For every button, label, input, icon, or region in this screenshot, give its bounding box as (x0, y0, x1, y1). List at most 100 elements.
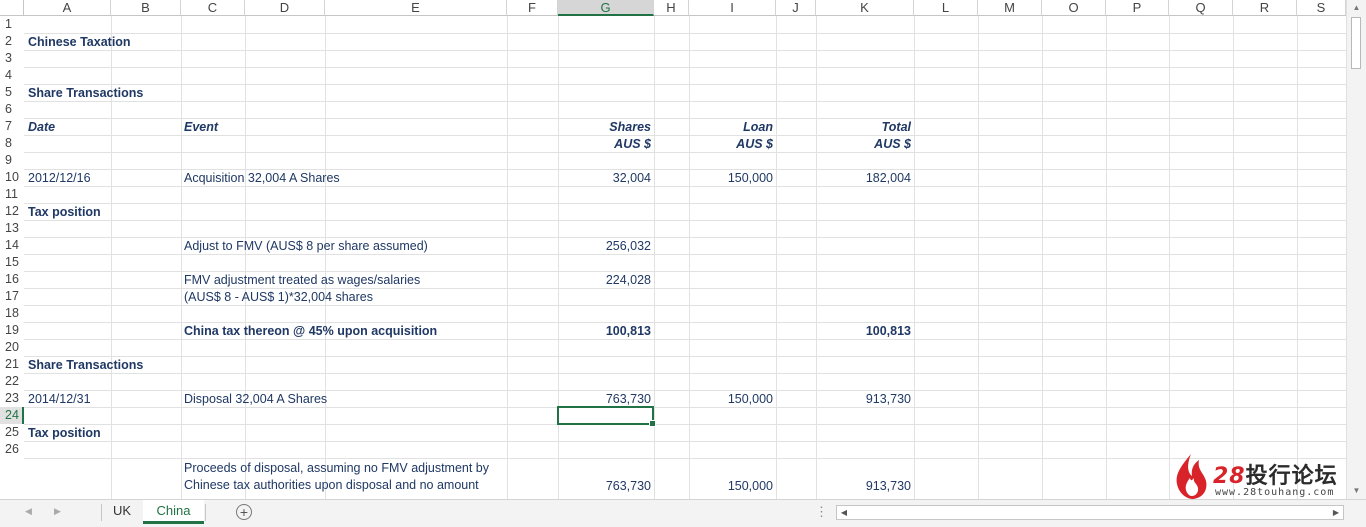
row-header[interactable]: 26 (0, 441, 24, 458)
row-header[interactable]: 25 (0, 424, 24, 441)
cell-event[interactable]: (AUS$ 8 - AUS$ 1)*32,004 shares (181, 289, 376, 306)
cell-header-shares[interactable]: Shares (558, 119, 654, 136)
row-header-selected[interactable]: 24 (0, 407, 24, 424)
gridline (24, 356, 1346, 357)
more-options-icon[interactable]: ⋮ (815, 504, 828, 520)
row-header[interactable]: 8 (0, 135, 24, 152)
gridline (24, 118, 1346, 119)
cell-loan[interactable]: 150,000 (689, 170, 776, 187)
cell-loan[interactable]: 150,000 (689, 391, 776, 408)
row-header[interactable]: 17 (0, 288, 24, 305)
next-sheet-icon[interactable]: ▶ (54, 506, 61, 517)
cell-event-wrapped[interactable]: Proceeds of disposal, assuming no FMV ad… (181, 460, 507, 494)
tab-uk[interactable]: UK (102, 500, 142, 524)
cell-loan[interactable]: 150,000 (689, 478, 776, 495)
cell-section-heading[interactable]: Share Transactions (25, 357, 146, 374)
scroll-up-icon[interactable]: ▲ (1347, 0, 1366, 16)
cell-section-heading[interactable]: Tax position (25, 425, 104, 442)
active-cell-selection[interactable] (557, 406, 656, 427)
prev-sheet-icon[interactable]: ◀ (25, 506, 32, 517)
fill-handle[interactable] (649, 420, 656, 427)
row-header[interactable]: 5 (0, 84, 24, 101)
column-header-d[interactable]: D (245, 0, 325, 16)
cell-total[interactable]: 182,004 (816, 170, 914, 187)
row-header[interactable]: 1 (0, 16, 24, 33)
add-sheet-icon[interactable]: + (236, 504, 252, 520)
cell-event[interactable]: China tax thereon @ 45% upon acquisition (181, 323, 440, 340)
column-header-p[interactable]: P (1106, 0, 1169, 16)
cell-unit-loan[interactable]: AUS $ (689, 136, 776, 153)
row-header[interactable]: 4 (0, 67, 24, 84)
cell-unit-shares[interactable]: AUS $ (558, 136, 654, 153)
column-header-h[interactable]: H (654, 0, 689, 16)
row-header[interactable]: 10 (0, 169, 24, 186)
cell-header-event[interactable]: Event (181, 119, 221, 136)
row-header[interactable]: 16 (0, 271, 24, 288)
column-header-l[interactable]: L (914, 0, 978, 16)
cell-header-total[interactable]: Total (816, 119, 914, 136)
column-header-b[interactable]: B (111, 0, 181, 16)
cell-total[interactable]: 100,813 (816, 323, 914, 340)
row-header[interactable]: 11 (0, 186, 24, 203)
row-header[interactable]: 7 (0, 118, 24, 135)
cell-shares[interactable]: 32,004 (558, 170, 654, 187)
scroll-left-icon[interactable]: ◀ (837, 506, 851, 519)
scroll-right-icon[interactable]: ▶ (1329, 506, 1343, 519)
row-header[interactable]: 23 (0, 390, 24, 407)
column-header-g[interactable]: G (558, 0, 654, 16)
row-header[interactable]: 18 (0, 305, 24, 322)
spreadsheet-grid[interactable]: A B C D E F G H I J K L M O P Q R S 1 2 … (0, 0, 1346, 499)
column-header-a[interactable]: A (24, 0, 111, 16)
row-header[interactable]: 21 (0, 356, 24, 373)
cell-event[interactable]: FMV adjustment treated as wages/salaries (181, 272, 423, 289)
row-header[interactable]: 2 (0, 33, 24, 50)
column-header-j[interactable]: J (776, 0, 816, 16)
column-header-e[interactable]: E (325, 0, 507, 16)
cell-header-date[interactable]: Date (25, 119, 58, 136)
column-header-k[interactable]: K (816, 0, 914, 16)
row-header[interactable]: 15 (0, 254, 24, 271)
horizontal-scrollbar[interactable]: ◀ ▶ (836, 505, 1344, 520)
column-header-o[interactable]: O (1042, 0, 1106, 16)
cell-event[interactable]: Disposal 32,004 A Shares (181, 391, 330, 408)
row-header[interactable]: 9 (0, 152, 24, 169)
cell-event[interactable]: Adjust to FMV (AUS$ 8 per share assumed) (181, 238, 431, 255)
scroll-down-icon[interactable]: ▼ (1347, 483, 1366, 499)
cell-shares[interactable]: 100,813 (558, 323, 654, 340)
row-header[interactable]: 12 (0, 203, 24, 220)
cell-header-loan[interactable]: Loan (689, 119, 776, 136)
cell-section-heading[interactable]: Tax position (25, 204, 104, 221)
row-header[interactable]: 13 (0, 220, 24, 237)
column-header-q[interactable]: Q (1169, 0, 1233, 16)
column-header-f[interactable]: F (507, 0, 558, 16)
row-header[interactable]: 6 (0, 101, 24, 118)
row-header[interactable]: 22 (0, 373, 24, 390)
vertical-scrollbar[interactable]: ▲ ▼ (1346, 0, 1366, 499)
row-header[interactable]: 14 (0, 237, 24, 254)
cell-date[interactable]: 2012/12/16 (25, 170, 94, 187)
cell-date[interactable]: 2014/12/31 (25, 391, 94, 408)
cell-event[interactable]: Acquisition 32,004 A Shares (181, 170, 343, 187)
cell-total[interactable]: 913,730 (816, 478, 914, 495)
row-header[interactable]: 20 (0, 339, 24, 356)
vertical-scroll-thumb[interactable] (1351, 17, 1361, 69)
cell-shares[interactable]: 224,028 (558, 272, 654, 289)
column-header-i[interactable]: I (689, 0, 776, 16)
gridline (24, 220, 1346, 221)
cell-shares[interactable]: 763,730 (558, 478, 654, 495)
row-header[interactable]: 3 (0, 50, 24, 67)
column-header-s[interactable]: S (1297, 0, 1346, 16)
cell-section-heading[interactable]: Share Transactions (25, 85, 146, 102)
column-header-c[interactable]: C (181, 0, 245, 16)
column-header-r[interactable]: R (1233, 0, 1297, 16)
cell-title[interactable]: Chinese Taxation (25, 34, 134, 51)
tab-china[interactable]: China (143, 500, 204, 524)
row-header[interactable]: 19 (0, 322, 24, 339)
horizontal-scroll-thumb[interactable] (851, 507, 1315, 518)
cell-total[interactable]: 913,730 (816, 391, 914, 408)
select-all-corner[interactable] (0, 0, 24, 16)
gridline (1233, 16, 1234, 499)
cell-unit-total[interactable]: AUS $ (816, 136, 914, 153)
cell-shares[interactable]: 256,032 (558, 238, 654, 255)
column-header-m[interactable]: M (978, 0, 1042, 16)
